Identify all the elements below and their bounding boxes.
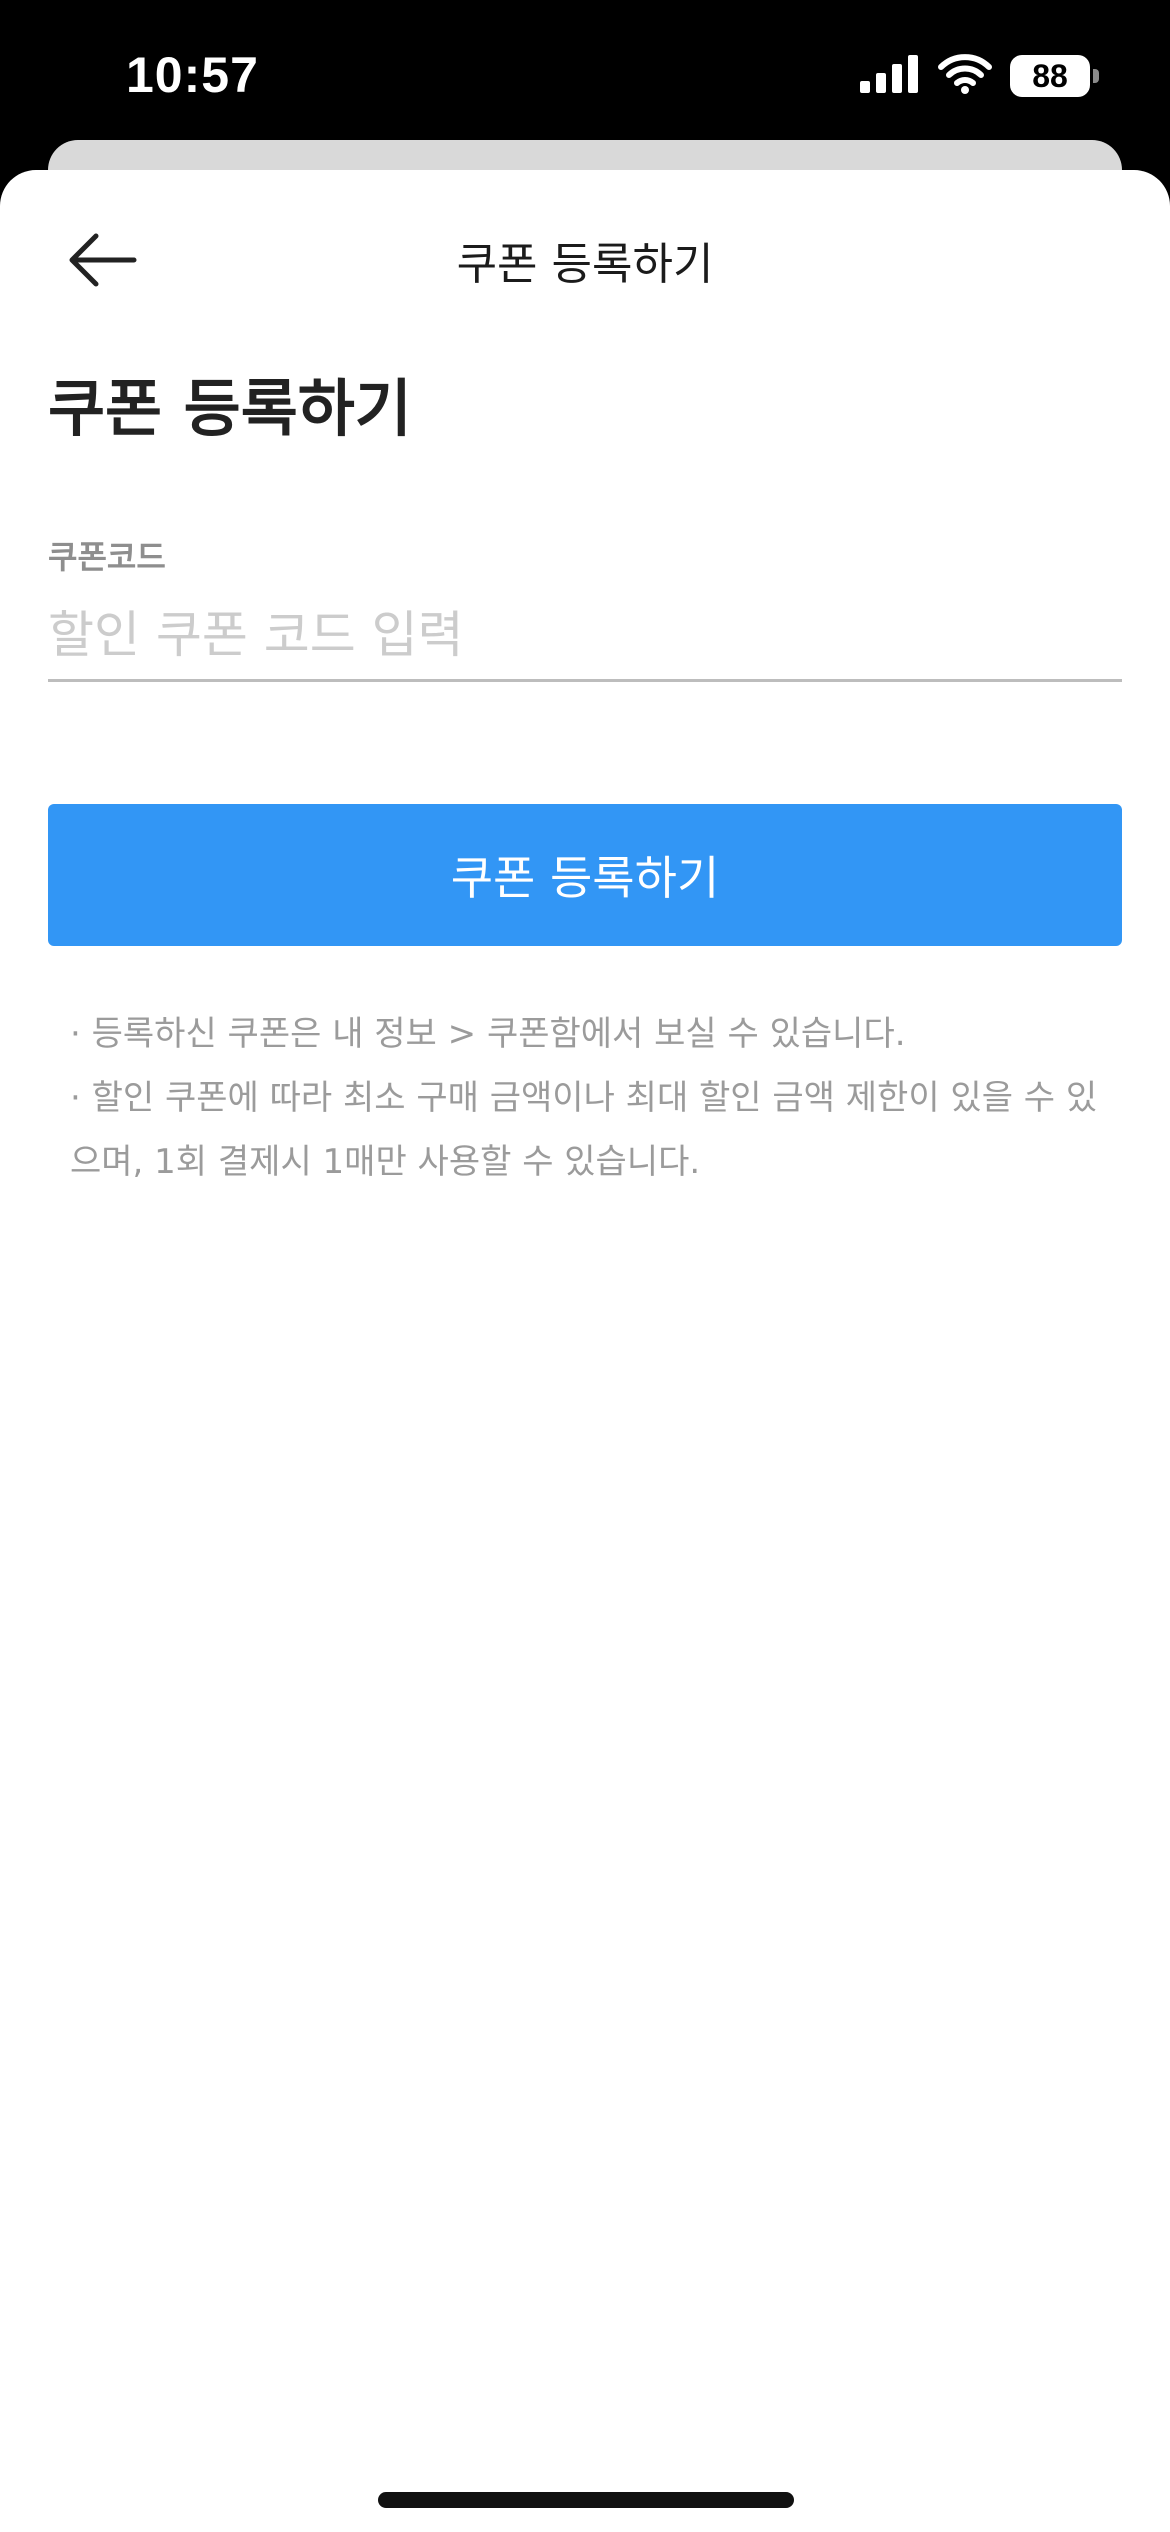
wifi-icon <box>938 54 992 98</box>
battery-level: 88 <box>1032 57 1068 94</box>
home-indicator[interactable] <box>378 2492 794 2508</box>
status-bar: 10:57 88 <box>0 0 1170 140</box>
coupon-code-label: 쿠폰코드 <box>48 538 166 576</box>
coupon-code-input[interactable] <box>48 590 1122 682</box>
status-time: 10:57 <box>126 47 259 103</box>
page-title: 쿠폰 등록하기 <box>48 372 412 445</box>
coupon-notes: · 등록하신 쿠폰은 내 정보 > 쿠폰함에서 보실 수 있습니다. · 할인 … <box>70 1002 1100 1194</box>
status-icons: 88 <box>860 54 1099 98</box>
note-item: · 등록하신 쿠폰은 내 정보 > 쿠폰함에서 보실 수 있습니다. <box>70 1014 906 1054</box>
note-item: · 할인 쿠폰에 따라 최소 구매 금액이나 최대 할인 금액 제한이 있을 수… <box>70 1078 1098 1182</box>
coupon-sheet: 쿠폰 등록하기 쿠폰 등록하기 쿠폰코드 쿠폰 등록하기 · 등록하신 쿠폰은 … <box>0 170 1170 2532</box>
battery-icon: 88 <box>1010 55 1099 97</box>
cellular-signal-icon <box>860 55 920 97</box>
battery-cap <box>1093 69 1099 83</box>
nav-title: 쿠폰 등록하기 <box>456 239 714 290</box>
register-coupon-button[interactable]: 쿠폰 등록하기 <box>48 804 1122 946</box>
